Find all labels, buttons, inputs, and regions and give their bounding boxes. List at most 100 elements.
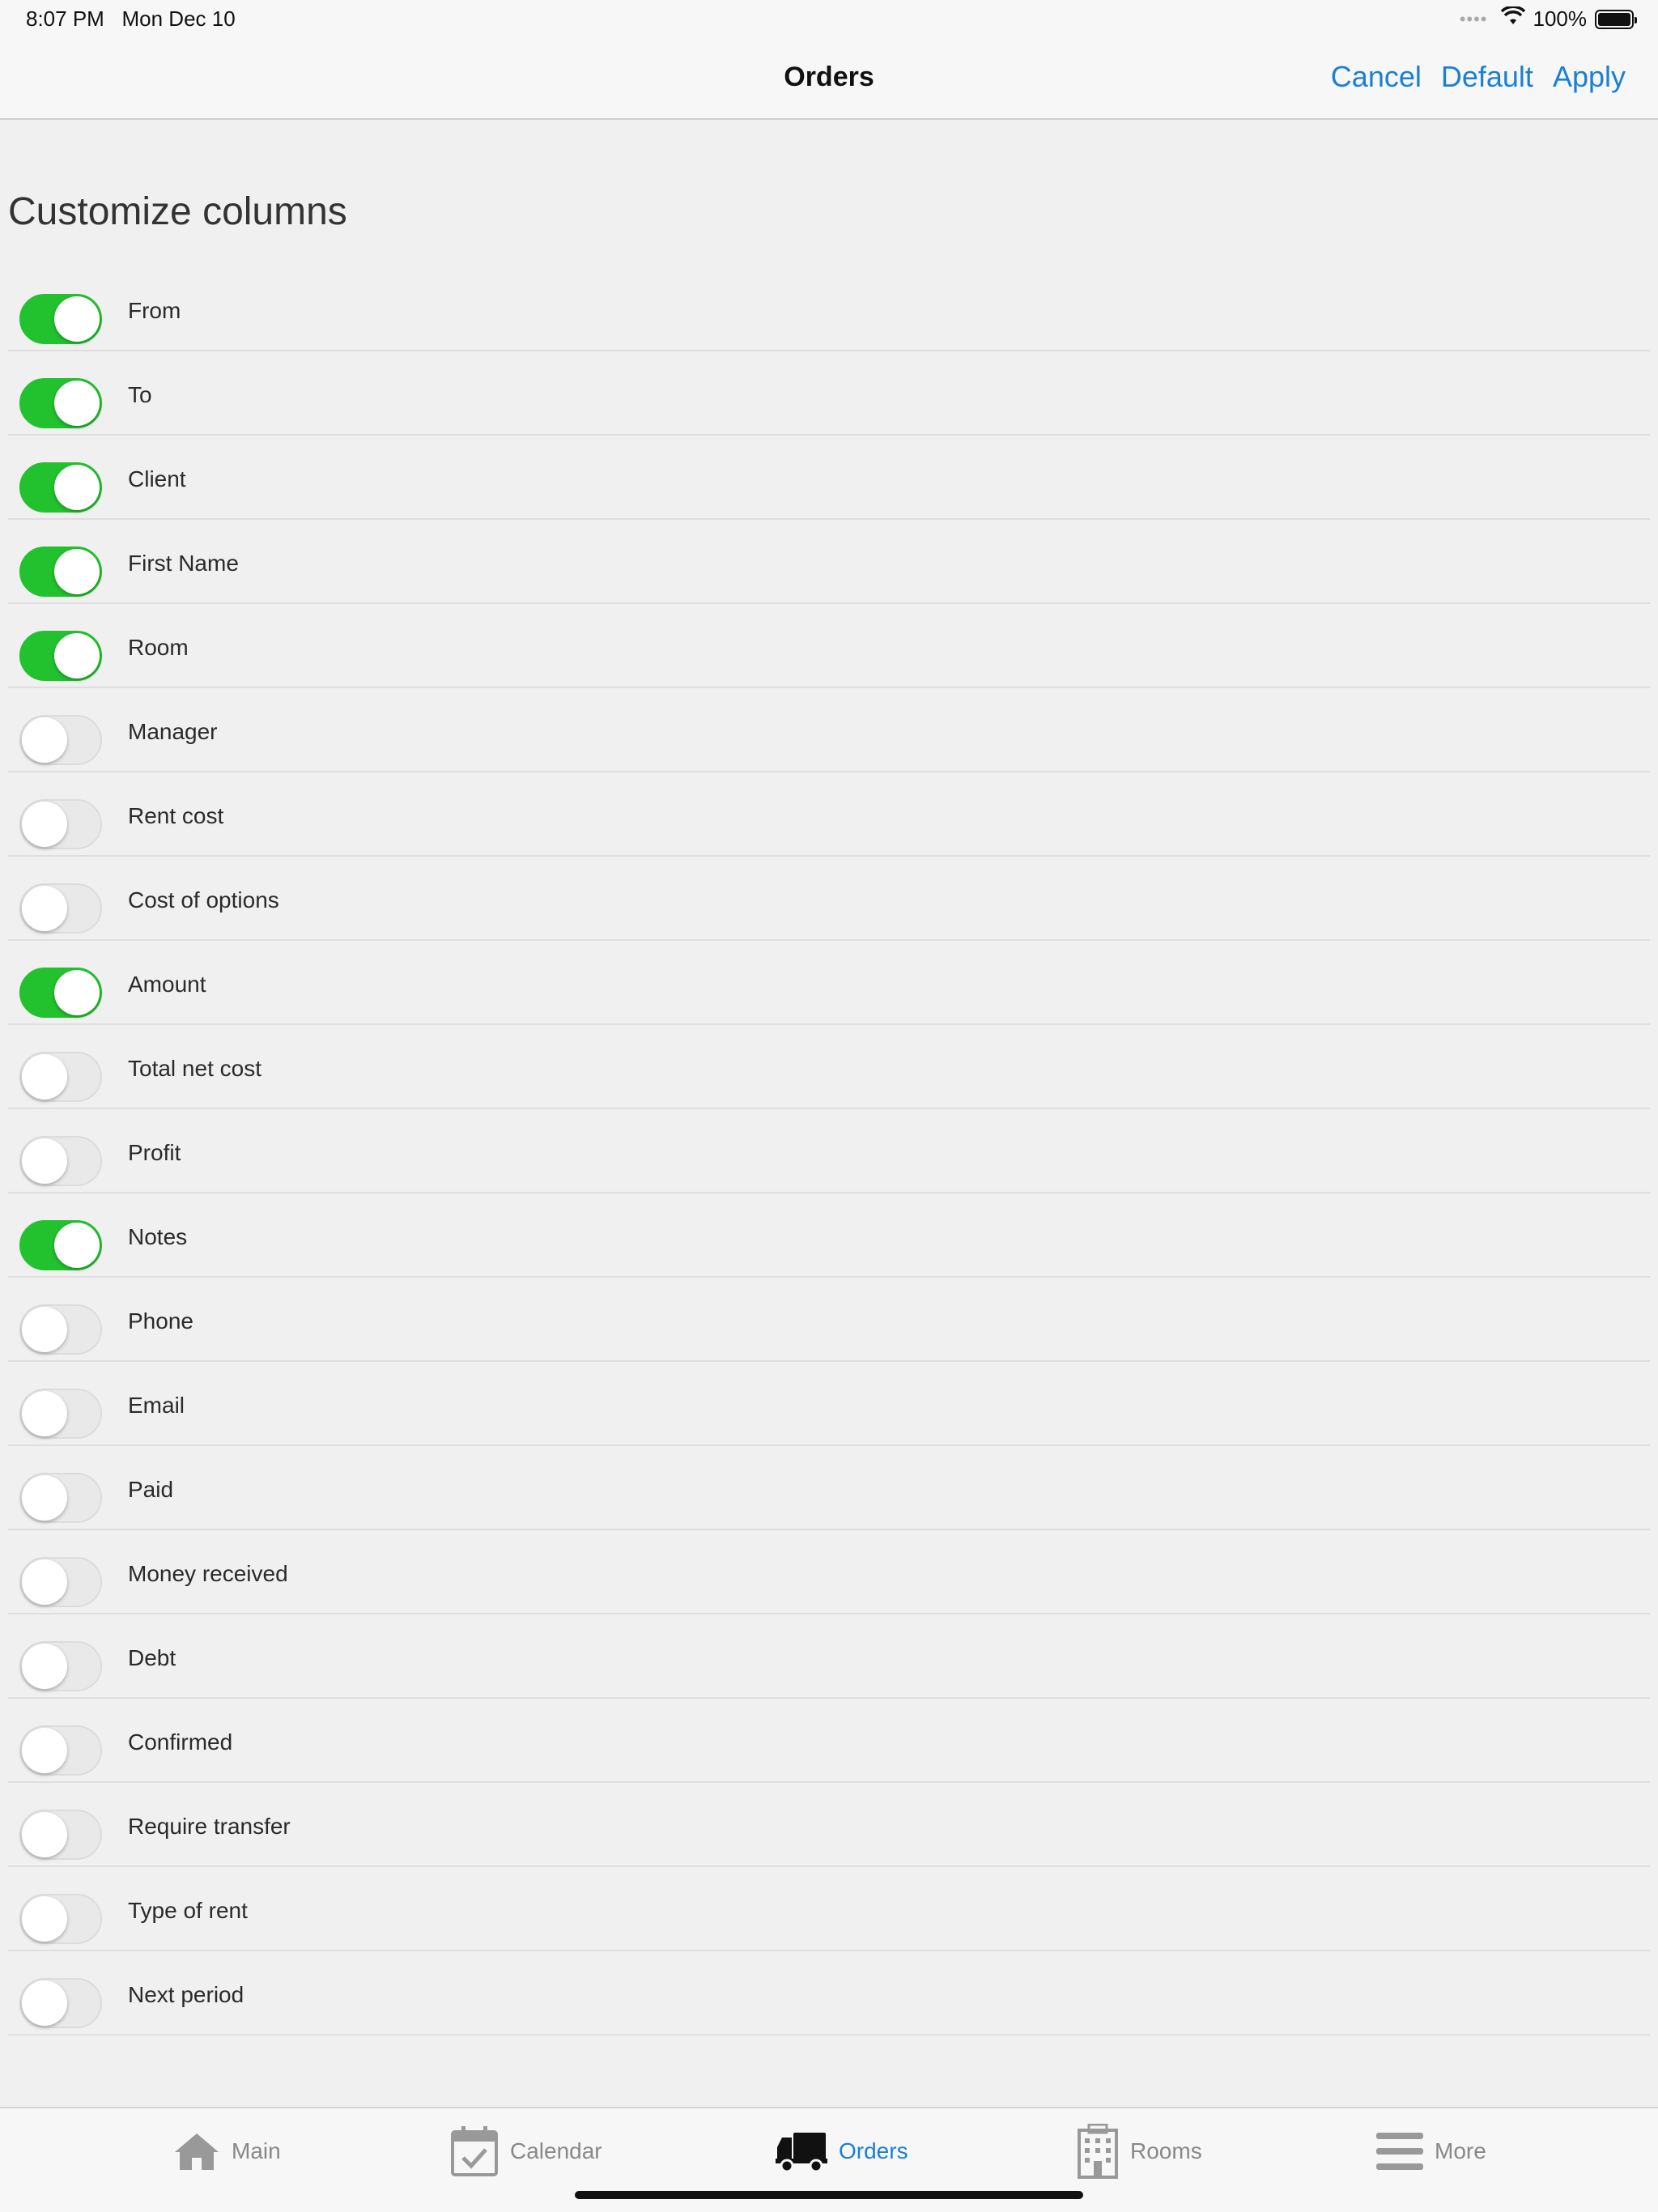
- apply-button[interactable]: Apply: [1553, 60, 1626, 94]
- column-toggle[interactable]: [19, 968, 102, 1018]
- column-label: Amount: [128, 972, 206, 997]
- toggle-knob: [22, 1475, 67, 1521]
- column-label: To: [128, 382, 152, 407]
- column-toggle[interactable]: [19, 1389, 102, 1439]
- section-title: Customize columns: [8, 190, 347, 233]
- signal-icon: ••••: [1459, 8, 1488, 29]
- tab-label: Rooms: [1130, 2138, 1202, 2163]
- nav-actions: Cancel Default Apply: [1331, 60, 1626, 94]
- column-toggle[interactable]: [19, 1220, 102, 1270]
- column-toggle[interactable]: [19, 294, 102, 344]
- columns-list: From To Client First Name Room Manager Rent co…: [8, 267, 1650, 2035]
- column-label: Debt: [128, 1645, 176, 1670]
- column-toggle[interactable]: [19, 883, 102, 934]
- toggle-knob: [22, 1728, 67, 1773]
- column-toggle[interactable]: [19, 1473, 102, 1523]
- toggle-knob: [54, 465, 100, 510]
- tab-label: Orders: [839, 2138, 908, 2163]
- column-row: First Name: [8, 520, 1650, 604]
- column-row: Manager: [8, 688, 1650, 772]
- column-row: Debt: [8, 1614, 1650, 1699]
- column-row: Total net cost: [8, 1025, 1650, 1109]
- home-icon: [173, 2131, 220, 2172]
- column-toggle[interactable]: [19, 1052, 102, 1102]
- toggle-knob: [54, 633, 100, 678]
- tab-label: Calendar: [510, 2138, 602, 2163]
- column-label: First Name: [128, 551, 239, 576]
- toggle-knob: [22, 802, 67, 847]
- toggle-knob: [54, 1223, 100, 1268]
- column-label: Money received: [128, 1561, 288, 1586]
- column-toggle[interactable]: [19, 1641, 102, 1691]
- column-label: Phone: [128, 1308, 193, 1334]
- tab-main[interactable]: Main: [173, 2123, 281, 2180]
- column-toggle[interactable]: [19, 1810, 102, 1860]
- column-label: Rent cost: [128, 803, 224, 828]
- column-toggle[interactable]: [19, 378, 102, 428]
- calendar-icon: [450, 2125, 499, 2177]
- column-label: Cost of options: [128, 887, 279, 912]
- toggle-knob: [22, 1054, 67, 1100]
- tab-rooms[interactable]: Rooms: [1077, 2123, 1202, 2180]
- toggle-knob: [22, 1980, 67, 2026]
- column-toggle[interactable]: [19, 715, 102, 765]
- toggle-knob: [22, 1896, 67, 1942]
- column-label: Client: [128, 466, 186, 491]
- column-toggle[interactable]: [19, 1136, 102, 1186]
- column-label: Confirmed: [128, 1729, 233, 1755]
- wifi-icon: [1500, 5, 1525, 32]
- column-row: Type of rent: [8, 1867, 1650, 1951]
- tab-more[interactable]: More: [1376, 2123, 1486, 2180]
- column-row: Money received: [8, 1530, 1650, 1614]
- column-label: Manager: [128, 719, 218, 744]
- menu-icon: [1376, 2131, 1423, 2172]
- building-icon: [1077, 2124, 1119, 2179]
- column-toggle[interactable]: [19, 1978, 102, 2028]
- column-label: From: [128, 298, 181, 323]
- column-row: Amount: [8, 941, 1650, 1025]
- status-time: 8:07 PM: [26, 6, 104, 31]
- toggle-knob: [22, 1138, 67, 1184]
- cancel-button[interactable]: Cancel: [1331, 60, 1422, 94]
- toggle-knob: [22, 1391, 67, 1436]
- column-toggle[interactable]: [19, 1894, 102, 1944]
- column-toggle[interactable]: [19, 799, 102, 849]
- toggle-knob: [22, 1307, 67, 1352]
- column-row: Profit: [8, 1109, 1650, 1193]
- battery-percent: 100%: [1533, 6, 1588, 31]
- toggle-knob: [22, 886, 67, 931]
- column-row: Email: [8, 1362, 1650, 1446]
- column-toggle[interactable]: [19, 462, 102, 513]
- column-label: Next period: [128, 1982, 244, 2007]
- column-toggle[interactable]: [19, 547, 102, 597]
- column-row: Rent cost: [8, 772, 1650, 857]
- column-label: Total net cost: [128, 1056, 261, 1081]
- column-row: Notes: [8, 1193, 1650, 1278]
- toggle-knob: [54, 381, 100, 426]
- column-toggle[interactable]: [19, 1304, 102, 1355]
- column-label: Paid: [128, 1477, 174, 1502]
- toggle-knob: [22, 1812, 67, 1857]
- toggle-knob: [54, 549, 100, 594]
- column-label: Email: [128, 1393, 185, 1418]
- column-toggle[interactable]: [19, 1557, 102, 1607]
- home-indicator: [575, 2191, 1083, 2199]
- column-label: Type of rent: [128, 1898, 248, 1923]
- column-row: Room: [8, 604, 1650, 688]
- column-label: Profit: [128, 1140, 181, 1165]
- column-toggle[interactable]: [19, 1725, 102, 1776]
- tab-label: More: [1435, 2138, 1486, 2163]
- column-label: Require transfer: [128, 1814, 291, 1839]
- column-row: Require transfer: [8, 1783, 1650, 1867]
- tab-calendar[interactable]: Calendar: [450, 2123, 602, 2180]
- column-row: From: [8, 267, 1650, 351]
- column-toggle[interactable]: [19, 631, 102, 681]
- column-row: Client: [8, 436, 1650, 520]
- column-row: Phone: [8, 1278, 1650, 1362]
- tab-orders[interactable]: Orders: [776, 2123, 908, 2180]
- toggle-knob: [54, 296, 100, 342]
- toggle-knob: [22, 1559, 67, 1605]
- column-row: To: [8, 351, 1650, 436]
- column-row: Confirmed: [8, 1699, 1650, 1783]
- default-button[interactable]: Default: [1441, 60, 1533, 94]
